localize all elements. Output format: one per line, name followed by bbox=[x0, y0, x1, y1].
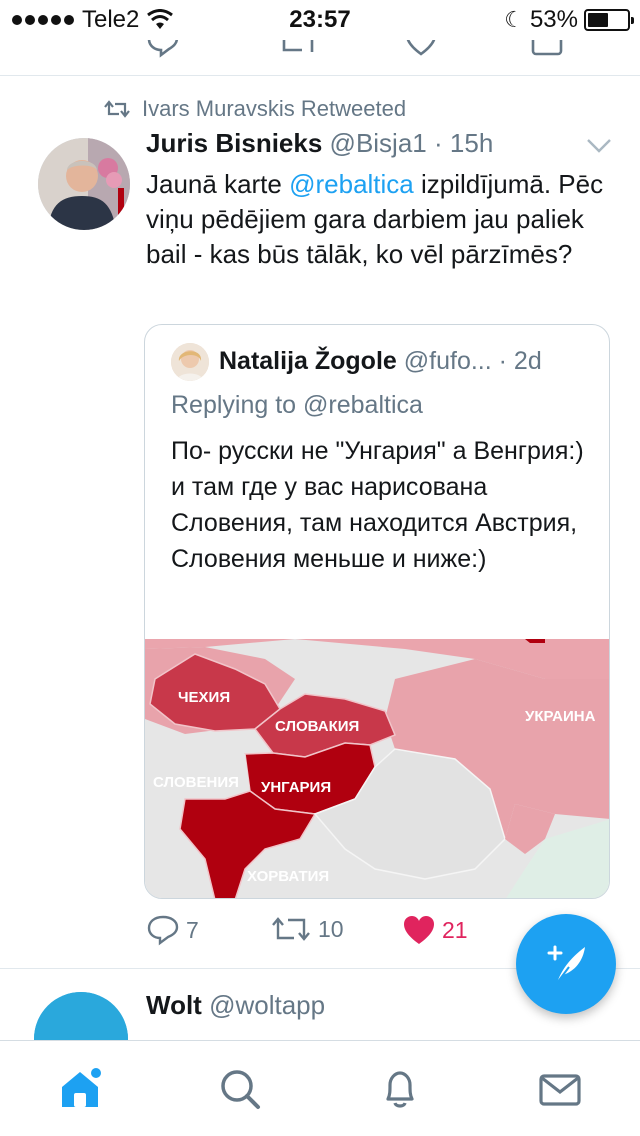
tweet-divider bbox=[0, 75, 640, 76]
tweet-header: Juris Bisnieks @Bisja1 · 15h bbox=[146, 128, 493, 159]
battery-fill bbox=[588, 13, 609, 27]
search-icon bbox=[221, 1069, 260, 1109]
previous-tweet-actions bbox=[0, 40, 640, 76]
quoted-header: Natalija Žogole @fufo... · 2d bbox=[219, 347, 605, 376]
retweet-context-icon bbox=[104, 100, 130, 118]
envelope-icon bbox=[539, 1073, 581, 1106]
tweet-time: 15h bbox=[449, 128, 494, 158]
heart-filled-icon bbox=[404, 916, 434, 944]
quoted-separator: · bbox=[498, 347, 507, 375]
map-label-hungary: УНГАРИЯ bbox=[261, 779, 331, 796]
retweet-icon bbox=[272, 917, 310, 941]
like-button[interactable]: 21 bbox=[402, 914, 468, 946]
battery-percent: 53% bbox=[529, 6, 578, 33]
bell-icon bbox=[386, 1070, 414, 1108]
replying-prefix: Replying to bbox=[171, 391, 304, 419]
compose-tweet-button[interactable] bbox=[516, 914, 616, 1014]
tweet-text-part: Jaunā karte bbox=[146, 169, 290, 199]
quoted-text: По- русски не "Унгария" а Венгрия:) и та… bbox=[171, 437, 584, 573]
home-icon bbox=[62, 1067, 101, 1107]
next-author-name[interactable]: Wolt bbox=[146, 990, 202, 1020]
author-avatar[interactable] bbox=[38, 138, 130, 230]
tab-bar bbox=[0, 1040, 640, 1136]
map-label-czech: ЧЕХИЯ bbox=[178, 689, 230, 706]
retweet-button[interactable]: 10 bbox=[270, 914, 344, 944]
tab-search[interactable] bbox=[160, 1041, 320, 1136]
tab-home[interactable] bbox=[0, 1041, 160, 1136]
quoted-tweet-card[interactable]: Natalija Žogole @fufo... · 2d Replying t… bbox=[144, 324, 610, 899]
like-count: 21 bbox=[442, 916, 468, 943]
retweeted-by-label: Ivars Muravskis Retweeted bbox=[142, 96, 407, 121]
quoted-time: 2d bbox=[513, 347, 542, 375]
chevron-down-icon[interactable] bbox=[586, 138, 612, 154]
status-bar: Tele2 23:57 ☾ 53% bbox=[0, 0, 640, 40]
meta-separator: · bbox=[434, 128, 443, 158]
author-name[interactable]: Juris Bisnieks bbox=[146, 128, 322, 158]
tab-notifications[interactable] bbox=[320, 1041, 480, 1136]
tab-messages[interactable] bbox=[480, 1041, 640, 1136]
reply-count: 7 bbox=[186, 916, 199, 943]
map-label-slovenia: СЛОВЕНИЯ bbox=[153, 774, 239, 791]
author-handle[interactable]: @Bisja1 bbox=[330, 128, 427, 158]
quoted-author-avatar bbox=[171, 343, 209, 381]
like-icon[interactable] bbox=[404, 40, 438, 58]
next-author-handle[interactable]: @woltapp bbox=[209, 990, 325, 1020]
replying-mention: @rebaltica bbox=[303, 391, 423, 419]
mention-link[interactable]: @rebaltica bbox=[289, 169, 414, 199]
quoted-author-handle: @fufo... bbox=[403, 347, 492, 375]
status-right: ☾ 53% bbox=[504, 6, 634, 34]
reply-icon bbox=[147, 915, 179, 946]
compose-feather-icon bbox=[547, 945, 585, 984]
reply-button[interactable]: 7 bbox=[146, 914, 199, 946]
quoted-author-name: Natalija Žogole bbox=[219, 347, 397, 375]
battery-icon bbox=[584, 9, 634, 31]
next-tweet-header: Wolt @woltapp bbox=[146, 990, 325, 1021]
map-label-croatia: ХОРВАТИЯ bbox=[247, 868, 329, 885]
map-label-ukraine: УКРАИНА bbox=[525, 708, 596, 725]
tweet-text: Jaunā karte @rebaltica izpildījumā. Pēc … bbox=[146, 167, 616, 272]
retweet-context[interactable]: Ivars Muravskis Retweeted bbox=[104, 96, 406, 122]
map-label-slovakia: СЛОВАКИЯ bbox=[275, 718, 359, 735]
replying-to: Replying to @rebaltica bbox=[171, 391, 423, 420]
reply-icon[interactable] bbox=[146, 40, 180, 58]
retweet-icon[interactable] bbox=[276, 40, 320, 58]
share-icon[interactable] bbox=[530, 40, 564, 58]
quoted-map-image[interactable]: ЧЕХИЯ СЛОВАКИЯ УКРАИНА СЛОВЕНИЯ УНГАРИЯ … bbox=[145, 639, 610, 899]
do-not-disturb-icon: ☾ bbox=[504, 7, 524, 32]
retweet-count: 10 bbox=[318, 915, 344, 942]
